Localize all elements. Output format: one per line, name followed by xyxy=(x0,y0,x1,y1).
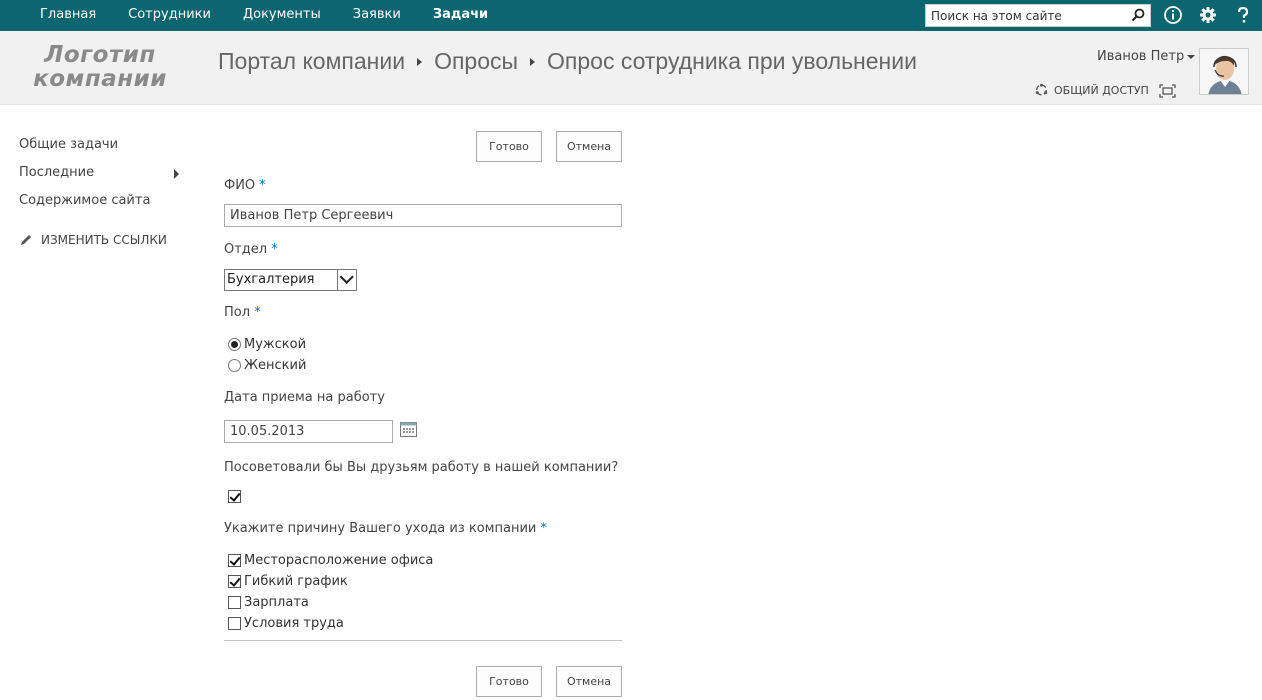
chevron-right-icon xyxy=(417,57,423,66)
user-menu[interactable]: Иванов Петр xyxy=(1097,49,1196,64)
logo-line-1: Логотип xyxy=(44,42,156,68)
option-label: Зарплата xyxy=(244,595,309,610)
form-divider xyxy=(224,640,622,641)
leftnav-item-site-contents[interactable]: Содержимое сайта xyxy=(19,193,189,221)
hire-date-label: Дата приема на работу xyxy=(224,390,385,405)
pencil-icon xyxy=(21,235,31,245)
breadcrumb-item-surveys[interactable]: Опросы xyxy=(434,48,518,75)
checkbox[interactable] xyxy=(228,575,241,588)
department-value: Бухгалтерия xyxy=(227,272,315,287)
fio-label-text: ФИО xyxy=(224,178,256,193)
site-header: Логотип компании Портал компании Опросы … xyxy=(0,31,1262,105)
quick-launch: Общие задачи Последние Содержимое сайта … xyxy=(19,137,189,247)
department-label: Отдел * xyxy=(224,242,278,257)
leftnav-item-recent[interactable]: Последние xyxy=(19,165,189,193)
checkbox[interactable] xyxy=(228,617,241,630)
topnav-item-tasks[interactable]: Задачи xyxy=(433,0,488,31)
reason-option-working-conditions[interactable]: Условия труда xyxy=(228,616,344,631)
gender-label: Пол * xyxy=(224,305,261,320)
topnav-item-documents[interactable]: Документы xyxy=(243,0,321,31)
department-select[interactable]: Бухгалтерия xyxy=(224,269,357,291)
breadcrumb-item-portal[interactable]: Портал компании xyxy=(218,48,405,75)
checkbox[interactable] xyxy=(228,554,241,567)
reason-option-flexible-schedule[interactable]: Гибкий график xyxy=(228,574,348,589)
done-button-bottom[interactable]: Готово xyxy=(476,666,542,697)
cancel-button-top[interactable]: Отмена xyxy=(556,131,622,162)
required-mark: * xyxy=(259,178,266,193)
site-search xyxy=(925,4,1151,27)
fio-input[interactable]: Иванов Петр Сергеевич xyxy=(224,204,622,227)
breadcrumb-item-current: Опрос сотрудника при увольнении xyxy=(547,48,917,74)
share-button[interactable]: ОБЩИЙ ДОСТУП xyxy=(1034,83,1149,97)
edit-links-button[interactable]: ИЗМЕНИТЬ ССЫЛКИ xyxy=(19,233,189,247)
done-button-top[interactable]: Готово xyxy=(476,131,542,162)
option-label: Условия труда xyxy=(244,616,344,631)
option-label: Месторасположение офиса xyxy=(244,553,434,568)
breadcrumb: Портал компании Опросы Опрос сотрудника … xyxy=(218,48,917,75)
leftnav-label: Общие задачи xyxy=(19,137,119,152)
leftnav-label: Последние xyxy=(19,165,95,180)
search-input[interactable] xyxy=(926,5,1126,26)
focus-mode-icon[interactable] xyxy=(1159,84,1176,98)
avatar[interactable] xyxy=(1199,48,1249,95)
required-mark: * xyxy=(271,242,278,257)
recommend-label: Посоветовали бы Вы друзьям работу в наше… xyxy=(224,460,619,475)
caret-down-icon xyxy=(1187,54,1196,59)
fio-label: ФИО * xyxy=(224,178,266,193)
radio-button[interactable] xyxy=(228,338,241,351)
topnav-item-home[interactable]: Главная xyxy=(40,0,96,31)
chevron-down-icon[interactable] xyxy=(337,270,356,290)
recommend-checkbox-row xyxy=(228,490,244,503)
chevron-right-icon xyxy=(530,57,536,66)
leftnav-label: Содержимое сайта xyxy=(19,193,151,208)
company-logo[interactable]: Логотип компании xyxy=(30,43,170,91)
reason-label-text: Укажите причину Вашего ухода из компании xyxy=(224,521,537,536)
radio-button[interactable] xyxy=(228,359,241,372)
reason-option-salary[interactable]: Зарплата xyxy=(228,595,309,610)
top-navigation: Главная Сотрудники Документы Заявки Зада… xyxy=(40,0,520,31)
info-icon[interactable] xyxy=(1163,5,1183,25)
share-label: ОБЩИЙ ДОСТУП xyxy=(1054,83,1149,97)
option-label: Мужской xyxy=(244,337,307,352)
expand-arrow-icon[interactable] xyxy=(174,169,179,179)
gear-icon[interactable] xyxy=(1198,5,1218,25)
topnav-item-employees[interactable]: Сотрудники xyxy=(128,0,211,31)
reason-option-office-location[interactable]: Месторасположение офиса xyxy=(228,553,433,568)
search-icon[interactable] xyxy=(1131,8,1145,22)
recommend-checkbox[interactable] xyxy=(228,490,241,503)
reason-label: Укажите причину Вашего ухода из компании… xyxy=(224,521,547,536)
edit-links-label: ИЗМЕНИТЬ ССЫЛКИ xyxy=(41,233,167,247)
help-icon[interactable] xyxy=(1233,5,1253,25)
option-label: Гибкий график xyxy=(244,574,348,589)
gender-option-female[interactable]: Женский xyxy=(228,358,306,373)
required-mark: * xyxy=(540,521,548,536)
option-label: Женский xyxy=(244,358,307,373)
checkbox[interactable] xyxy=(228,596,241,609)
department-label-text: Отдел xyxy=(224,242,268,257)
user-name: Иванов Петр xyxy=(1097,49,1185,64)
required-mark: * xyxy=(254,305,261,320)
gender-option-male[interactable]: Мужской xyxy=(228,337,306,352)
calendar-icon[interactable] xyxy=(400,421,417,437)
share-icon xyxy=(1035,83,1048,96)
hire-date-input[interactable]: 10.05.2013 xyxy=(224,420,393,443)
cancel-button-bottom[interactable]: Отмена xyxy=(556,666,622,697)
leftnav-item-common-tasks[interactable]: Общие задачи xyxy=(19,137,189,165)
gender-label-text: Пол xyxy=(224,305,251,320)
suite-bar: Главная Сотрудники Документы Заявки Зада… xyxy=(0,0,1262,31)
topnav-item-requests[interactable]: Заявки xyxy=(353,0,401,31)
logo-line-2: компании xyxy=(33,66,167,92)
